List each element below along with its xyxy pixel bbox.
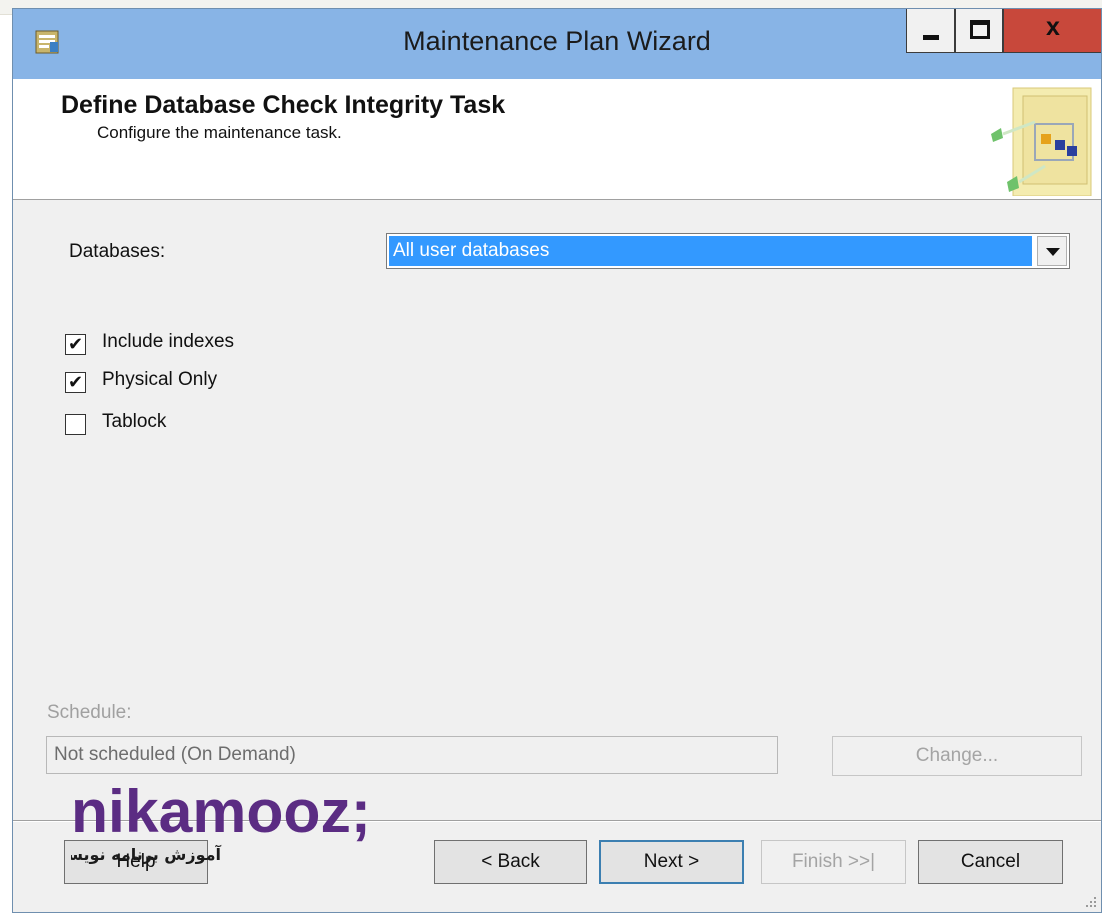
page-title: Define Database Check Integrity Task [61,91,506,119]
checkbox-box[interactable] [65,414,86,435]
cancel-button[interactable]: Cancel [918,840,1063,884]
databases-dropdown[interactable]: All user databases [386,233,1070,269]
wizard-header-icon [991,87,1092,196]
physical-only-label: Physical Only [102,369,218,390]
page-subtitle: Configure the maintenance task. [97,123,342,142]
minimize-button[interactable] [906,9,955,53]
chevron-down-icon[interactable] [1037,236,1067,266]
maximize-button[interactable] [955,9,1003,53]
change-button[interactable]: Change... [832,736,1082,776]
wizard-window: Maintenance Plan Wizard x Define Databas… [12,8,1102,913]
wizard-header: Define Database Check Integrity Task Con… [13,79,1101,200]
logo-tagline: آموزش برنامه نویسی [71,844,222,864]
checkbox-box[interactable]: ✔ [65,372,86,393]
databases-selected-value: All user databases [389,236,1032,266]
logo-wordmark: nikamooz; [71,778,371,845]
resize-grip-icon[interactable] [1085,896,1097,908]
schedule-label: Schedule: [47,702,132,723]
back-button[interactable]: < Back [434,840,587,884]
databases-label: Databases: [69,241,166,262]
nikamooz-logo: nikamooz; آموزش برنامه نویسی [71,778,371,864]
close-button[interactable]: x [1003,9,1101,53]
checkbox-box[interactable]: ✔ [65,334,86,355]
title-bar[interactable]: Maintenance Plan Wizard x [13,9,1101,79]
tablock-label: Tablock [102,411,167,432]
include-indexes-label: Include indexes [102,331,235,352]
schedule-field: Not scheduled (On Demand) [46,736,778,774]
close-icon: x [1046,13,1060,41]
finish-button[interactable]: Finish >>| [761,840,906,884]
next-button[interactable]: Next > [599,840,744,884]
